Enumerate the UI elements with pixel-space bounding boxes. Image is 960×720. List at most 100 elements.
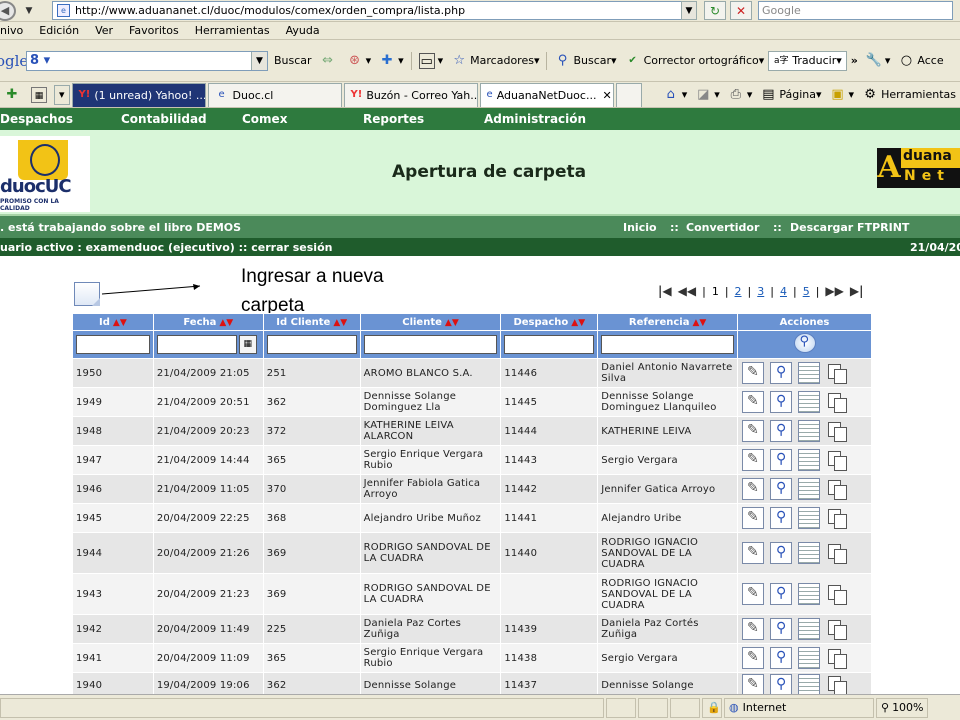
tab-buzon[interactable]: Y! Buzón - Correo Yah... <box>343 82 478 107</box>
link-convertidor[interactable]: Convertidor <box>686 221 759 234</box>
view-icon[interactable] <box>770 362 793 384</box>
first-page-icon[interactable]: |◀ <box>658 284 672 298</box>
buscar-button[interactable]: ⚲ Buscar ▾ <box>550 53 620 69</box>
plus-icon[interactable]: ✚ ▾ <box>375 53 408 69</box>
acceder-button[interactable]: ○ Acce <box>894 53 947 69</box>
marcadores-button[interactable]: ☆ Marcadores ▾ <box>447 53 543 69</box>
tab-yahoo[interactable]: Y! (1 unread) Yahoo! ... <box>71 82 206 107</box>
filter-referencia-input[interactable] <box>601 335 735 354</box>
copy-icon[interactable] <box>826 618 848 640</box>
nav-administracion[interactable]: Administración <box>484 112 586 126</box>
nav-contabilidad[interactable]: Contabilidad <box>121 112 207 126</box>
google-search-input[interactable]: 8 ▾ ▼ <box>26 50 268 71</box>
filter-search-icon[interactable] <box>793 333 816 353</box>
edit-icon[interactable] <box>742 674 765 696</box>
document-icon[interactable] <box>798 674 821 696</box>
url-input[interactable]: e http://www.aduananet.cl/duoc/modulos/c… <box>52 1 697 20</box>
edit-icon[interactable] <box>742 449 765 471</box>
page-3[interactable]: 3 <box>757 285 764 298</box>
last-page-icon[interactable]: ▶| <box>850 284 864 298</box>
link-descargar-ftprint[interactable]: Descargar FTPRINT <box>790 221 909 234</box>
copy-icon[interactable] <box>826 542 848 564</box>
favorites-star-icon[interactable]: ✚ <box>0 87 27 103</box>
sort-icon[interactable]: ▲▼ <box>113 318 127 328</box>
edit-icon[interactable] <box>742 647 765 669</box>
google-search-button[interactable]: Buscar <box>270 54 316 67</box>
popup-blocker-icon[interactable]: ⊛ ▾ <box>343 53 376 69</box>
traducir-button[interactable]: a字 Traducir ▾ <box>768 50 847 71</box>
sort-icon[interactable]: ▲▼ <box>692 318 706 328</box>
home-icon[interactable]: ⌂ ▾ <box>659 87 692 103</box>
link-inicio[interactable]: Inicio <box>623 221 657 234</box>
edit-icon[interactable] <box>742 618 765 640</box>
sort-icon[interactable]: ▲▼ <box>333 318 347 328</box>
document-icon[interactable] <box>798 478 821 500</box>
document-icon[interactable] <box>798 449 821 471</box>
wrench-icon[interactable]: 🔧 ▾ <box>862 53 895 69</box>
page-2[interactable]: 2 <box>735 285 742 298</box>
chevron-right-icon[interactable]: » <box>847 54 862 67</box>
page-1[interactable]: 1 <box>712 285 719 298</box>
google-dropdown-icon[interactable]: ▼ <box>251 51 267 70</box>
view-icon[interactable] <box>770 449 793 471</box>
view-icon[interactable] <box>770 583 793 605</box>
copy-icon[interactable] <box>826 674 848 696</box>
url-dropdown-icon[interactable]: ▼ <box>681 1 697 20</box>
copy-icon[interactable] <box>826 420 848 442</box>
back-dropdown-icon[interactable]: ▼ <box>16 1 42 21</box>
document-icon[interactable] <box>798 507 821 529</box>
document-icon[interactable] <box>798 542 821 564</box>
page-4[interactable]: 4 <box>780 285 787 298</box>
edit-icon[interactable] <box>742 542 765 564</box>
document-icon[interactable] <box>798 420 821 442</box>
menu-herramientas[interactable]: Herramientas <box>187 24 278 37</box>
back-icon[interactable]: ◀ <box>0 0 16 21</box>
view-icon[interactable] <box>770 420 793 442</box>
document-icon[interactable] <box>798 583 821 605</box>
new-tab-button[interactable] <box>615 82 642 107</box>
menu-ver[interactable]: Ver <box>87 24 121 37</box>
tab-list-icon[interactable]: ▾ <box>54 84 70 105</box>
sort-icon[interactable]: ▲▼ <box>445 318 459 328</box>
tab-duoc[interactable]: e Duoc.cl <box>207 82 342 107</box>
filter-cliente-input[interactable] <box>363 335 498 354</box>
view-icon[interactable] <box>770 391 793 413</box>
edit-icon[interactable] <box>742 391 765 413</box>
corrector-button[interactable]: ✔ Corrector ortográfico ▾ <box>621 53 769 69</box>
sort-icon[interactable]: ▲▼ <box>219 318 233 328</box>
menu-edicion[interactable]: Edición <box>31 24 87 37</box>
rss-icon[interactable]: ◪ ▾ <box>691 87 724 103</box>
pagina-menu[interactable]: ▤ Página ▾ <box>756 87 825 103</box>
calendar-icon[interactable]: ▦ <box>238 335 257 354</box>
edit-icon[interactable] <box>742 583 765 605</box>
edit-icon[interactable] <box>742 507 765 529</box>
document-icon[interactable] <box>798 647 821 669</box>
new-folder-icon[interactable] <box>74 282 100 306</box>
filter-id-cliente-input[interactable] <box>266 335 357 354</box>
copy-icon[interactable] <box>826 362 848 384</box>
quick-tabs-icon[interactable]: ▦ <box>27 86 54 103</box>
pagerank-icon[interactable]: ⇔ <box>316 53 343 69</box>
view-icon[interactable] <box>770 647 793 669</box>
menu-archivo[interactable]: nivo <box>0 24 31 37</box>
copy-icon[interactable] <box>826 583 848 605</box>
view-icon[interactable] <box>770 542 793 564</box>
document-icon[interactable] <box>798 362 821 384</box>
filter-despacho-input[interactable] <box>504 335 595 354</box>
view-icon[interactable] <box>770 507 793 529</box>
menu-favoritos[interactable]: Favoritos <box>121 24 187 37</box>
refresh-icon[interactable]: ↻ <box>704 1 726 20</box>
nav-despachos[interactable]: Despachos <box>0 112 73 126</box>
edit-icon[interactable] <box>742 362 765 384</box>
view-icon[interactable] <box>770 478 793 500</box>
browser-search-input[interactable]: Google <box>758 1 953 20</box>
filter-fecha-input[interactable] <box>156 335 237 354</box>
copy-icon[interactable] <box>826 647 848 669</box>
view-icon[interactable] <box>770 674 793 696</box>
zoom-cell[interactable]: ⚲ 100% <box>876 697 928 718</box>
copy-icon[interactable] <box>826 449 848 471</box>
sidewiki-icon[interactable]: ▭ ▾ <box>415 52 448 69</box>
copy-icon[interactable] <box>826 507 848 529</box>
herramientas-menu[interactable]: ⚙ Herramientas <box>858 87 960 103</box>
prev-page-icon[interactable]: ◀◀ <box>678 284 696 298</box>
